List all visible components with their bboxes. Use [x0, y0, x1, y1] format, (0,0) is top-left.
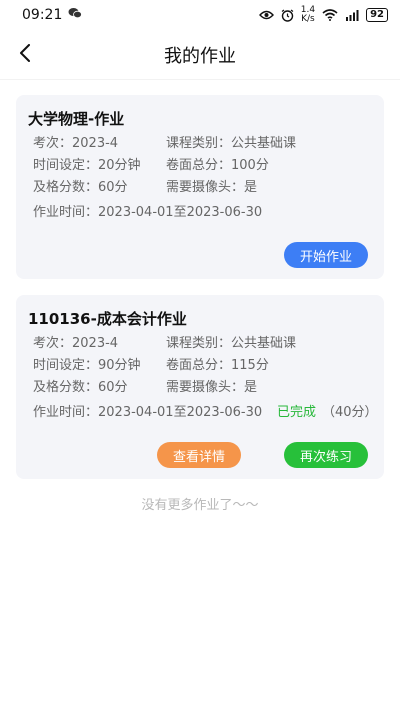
wechat-icon	[68, 7, 83, 23]
network-speed-unit: K/s	[301, 14, 315, 24]
total-score-field: 卷面总分：115分	[166, 354, 269, 373]
exam-label: 考次：	[33, 336, 73, 351]
exam-value: 2023-4	[72, 136, 119, 151]
view-details-button[interactable]: 查看详情	[157, 442, 241, 468]
start-assignment-button[interactable]: 开始作业	[284, 242, 368, 268]
completion-status: 已完成 （40分）	[277, 401, 378, 420]
pass-score-label: 及格分数：	[33, 380, 99, 395]
category-value: 公共基础课	[231, 136, 297, 151]
pass-score-field: 及格分数：60分	[33, 376, 128, 395]
pass-score-field: 及格分数：60分	[33, 176, 128, 195]
category-field: 课程类别：公共基础课	[166, 132, 296, 151]
time-setting-label: 时间设定：	[33, 358, 99, 373]
assignment-title: 大学物理-作业	[28, 110, 125, 128]
status-badge: 已完成	[277, 405, 317, 420]
alarm-icon	[281, 9, 294, 22]
assignment-title: 110136-成本会计作业	[28, 310, 187, 328]
signal-icon	[345, 9, 359, 21]
camera-label: 需要摄像头：	[166, 180, 245, 195]
header-bar: 我的作业	[0, 30, 400, 80]
total-score-value: 100分	[231, 158, 269, 173]
category-value: 公共基础课	[231, 336, 297, 351]
eye-icon	[258, 10, 274, 20]
page-title: 我的作业	[164, 45, 236, 67]
time-setting-label: 时间设定：	[33, 158, 99, 173]
camera-field: 需要摄像头：是	[166, 176, 257, 195]
period-field: 作业时间：2023-04-01至2023-06-30	[33, 201, 262, 220]
period-label: 作业时间：	[33, 405, 99, 420]
time-setting-field: 时间设定：90分钟	[33, 354, 141, 373]
category-field: 课程类别：公共基础课	[166, 332, 296, 351]
total-score-value: 115分	[231, 358, 269, 373]
period-value: 2023-04-01至2023-06-30	[98, 205, 263, 220]
total-score-label: 卷面总分：	[166, 158, 232, 173]
status-bar: 09:21 1.4 K/s 92	[0, 0, 400, 30]
score-value: （40分）	[322, 405, 378, 420]
category-label: 课程类别：	[166, 136, 232, 151]
assignment-card: 大学物理-作业 考次：2023-4 课程类别：公共基础课 时间设定：20分钟 卷…	[16, 95, 384, 279]
wifi-icon	[322, 9, 338, 21]
camera-label: 需要摄像头：	[166, 380, 245, 395]
exam-value: 2023-4	[72, 336, 119, 351]
pass-score-value: 60分	[98, 180, 128, 195]
battery-level: 92	[370, 9, 384, 20]
retry-practice-button[interactable]: 再次练习	[284, 442, 368, 468]
no-more-text: 没有更多作业了～～	[141, 498, 259, 513]
period-label: 作业时间：	[33, 205, 99, 220]
period-value: 2023-04-01至2023-06-30	[98, 405, 263, 420]
camera-field: 需要摄像头：是	[166, 376, 257, 395]
camera-value: 是	[244, 180, 258, 195]
time-setting-field: 时间设定：20分钟	[33, 154, 141, 173]
total-score-label: 卷面总分：	[166, 358, 232, 373]
exam-field: 考次：2023-4	[33, 132, 118, 151]
total-score-field: 卷面总分：100分	[166, 154, 269, 173]
category-label: 课程类别：	[166, 336, 232, 351]
back-button[interactable]	[12, 42, 38, 68]
camera-value: 是	[244, 380, 258, 395]
exam-field: 考次：2023-4	[33, 332, 118, 351]
network-speed: 1.4 K/s	[301, 6, 315, 24]
time-setting-value: 90分钟	[98, 358, 141, 373]
chevron-left-icon	[19, 44, 31, 66]
battery-indicator: 92	[366, 8, 388, 22]
time-setting-value: 20分钟	[98, 158, 141, 173]
period-field: 作业时间：2023-04-01至2023-06-30	[33, 401, 262, 420]
pass-score-value: 60分	[98, 380, 128, 395]
pass-score-label: 及格分数：	[33, 180, 99, 195]
assignment-card: 110136-成本会计作业 考次：2023-4 课程类别：公共基础课 时间设定：…	[16, 295, 384, 479]
exam-label: 考次：	[33, 136, 73, 151]
status-time: 09:21	[22, 7, 63, 23]
